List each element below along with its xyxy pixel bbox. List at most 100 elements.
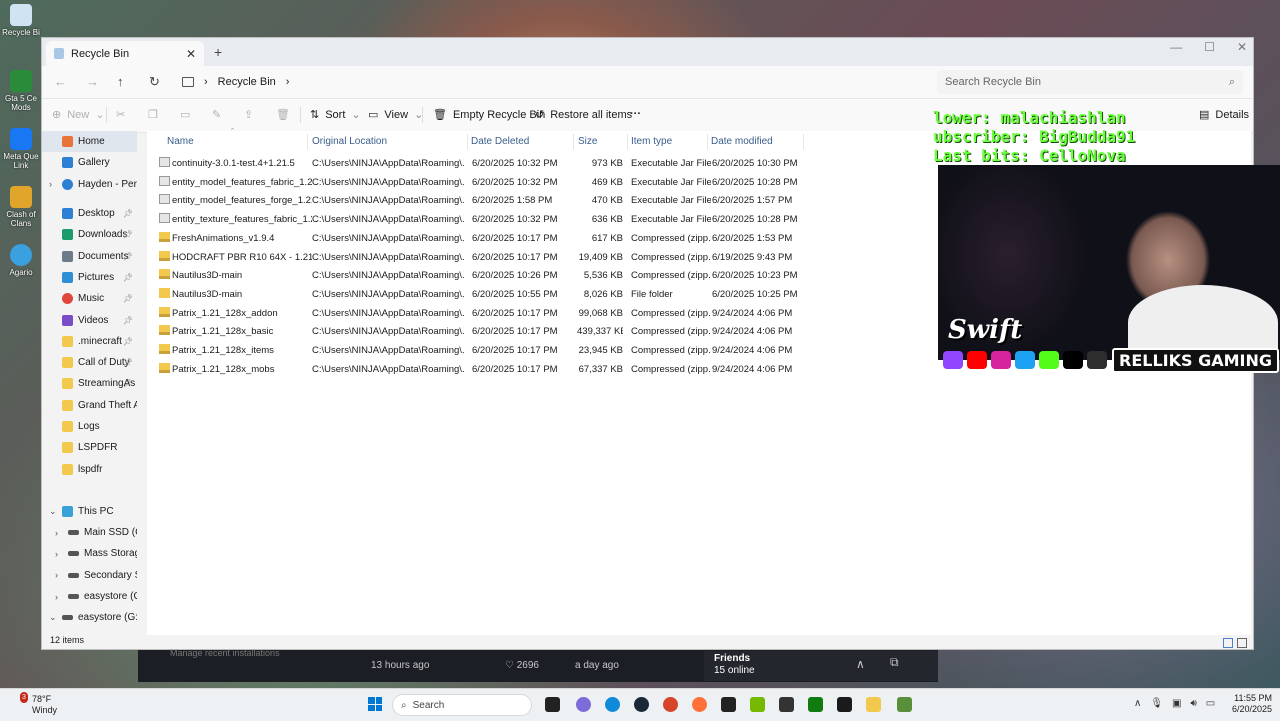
table-row[interactable]: continuity-3.0.1-test.4+1.21.5 C:\Users\N… [157,154,798,173]
more-options-button[interactable]: ··· [630,108,641,120]
desktop-icon-meta[interactable]: Meta Que Link [0,124,42,182]
xbox-icon[interactable] [808,697,823,712]
up-arrow-icon[interactable]: ↑ [117,74,124,89]
tab-recycle-bin[interactable]: Recycle Bin ✕ [46,41,204,66]
copy-icon[interactable]: ❐ [148,108,158,121]
table-row[interactable]: Patrix_1.21_128x_basic C:\Users\NINJA\App… [157,322,797,341]
sidebar-item-drive-c[interactable]: ›Main SSD (C:) [42,522,137,543]
sidebar-item-call-of-duty[interactable]: Call of Duty 📌︎ [42,352,137,373]
table-row[interactable]: Patrix_1.21_128x_items C:\Users\NINJA\App… [157,341,797,360]
call-of-duty-icon[interactable] [721,697,736,712]
table-row[interactable]: entity_model_features_fabric_1.21... C:\U… [157,173,798,192]
breadcrumb-recycle-bin[interactable]: Recycle Bin [218,76,276,88]
edge-icon[interactable] [605,697,620,712]
sidebar-item-streamingas[interactable]: StreamingAs 📌︎ [42,373,137,394]
monitor-icon[interactable] [182,77,194,87]
details-view-icon[interactable] [1223,638,1233,648]
view-button[interactable]: ▭ View ⌄ [368,108,423,122]
pin-icon[interactable]: 📌︎ [123,337,133,346]
steam-icon[interactable] [634,697,649,712]
restore-all-button[interactable]: ↺ Restore all items [535,108,632,122]
sidebar-item-gallery[interactable]: Gallery [42,152,137,173]
chevron-right-icon[interactable]: › [55,570,58,580]
popout-icon[interactable]: ⧉ [890,655,899,670]
table-row[interactable]: FreshAnimations_v1.9.4 C:\Users\NINJA\App… [157,229,797,248]
pin-icon[interactable]: 📌︎ [123,252,133,261]
cut-icon[interactable]: ✂ [116,108,125,121]
sidebar-item-music[interactable]: Music 📌︎ [42,288,137,309]
close-window-button[interactable]: ✕ [1237,40,1247,54]
pin-icon[interactable]: 📌︎ [123,294,133,303]
nvidia-icon[interactable] [750,697,765,712]
rename-icon[interactable]: ✎ [212,108,221,121]
sidebar-item-home[interactable]: Home [42,131,137,153]
sidebar-item-pictures[interactable]: Pictures 📌︎ [42,267,137,288]
desktop-icon-gta[interactable]: Gta 5 Ce Mods [0,66,42,124]
new-button[interactable]: ⊕ New ⌄ [52,108,104,122]
sidebar-item-videos[interactable]: Videos 📌︎ [42,309,137,330]
start-button[interactable] [368,697,382,711]
search-input[interactable]: Search Recycle Bin ⌕ [937,70,1243,94]
taskbar-search[interactable]: ⌕ Search [392,694,532,716]
delete-icon[interactable]: 🗑︎ [276,108,290,121]
sidebar-item-logs[interactable]: Logs [42,416,137,437]
table-row[interactable]: Patrix_1.21_128x_addon C:\Users\NINJA\App… [157,304,797,323]
discord-icon[interactable] [576,697,591,712]
weather-widget[interactable]: 3 78°F Windy [12,692,57,716]
column-header-name[interactable]: Name [167,136,194,147]
table-row[interactable]: entity_texture_features_fabric_1.21...C:… [157,210,798,229]
friends-panel[interactable]: Friends 15 online ∧ ⧉ [704,651,938,681]
sidebar-item-easystore-root[interactable]: ⌄ easystore (G:) [42,607,137,628]
paste-icon[interactable]: ▭ [180,108,190,121]
table-row[interactable]: Nautilus3D-main C:\Users\NINJA\AppData\Ro… [157,266,798,285]
chevron-down-icon[interactable]: ⌄ [49,612,57,623]
close-tab-icon[interactable]: ✕ [186,47,196,61]
file-explorer-icon[interactable] [866,697,881,712]
microphone-icon[interactable]: 🎙︎ [1150,698,1163,709]
chevron-right-icon[interactable]: › [204,76,208,88]
chevron-right-icon[interactable]: › [55,528,58,538]
rockstar-icon[interactable] [837,697,852,712]
sidebar-item-mass-storage[interactable]: ›Mass Storage I [42,543,137,564]
refresh-icon[interactable]: ↻ [149,74,160,90]
pin-icon[interactable]: 📌︎ [123,316,133,325]
sidebar-item-secondary-ssd[interactable]: ›Secondary SSD [42,565,137,586]
column-header-date-deleted[interactable]: Date Deleted [471,136,529,147]
steam-likes[interactable]: ♡ 2696 [505,660,539,671]
sidebar-item-lspdfr-lower[interactable]: lspdfr [42,458,137,479]
table-row[interactable]: HODCRAFT PBR R10 64X - 1.21 (3)C:\Users\… [157,248,797,267]
network-icon[interactable]: ▣ [1172,698,1181,709]
table-row[interactable]: Patrix_1.21_128x_mobs C:\Users\NINJA\AppD… [157,360,797,379]
chevron-right-icon[interactable]: › [49,179,52,189]
chevron-up-icon[interactable]: ∧ [856,657,865,671]
chevron-right-icon[interactable]: › [286,76,290,88]
sidebar-item-downloads[interactable]: Downloads 📌︎ [42,224,137,245]
sidebar-item-gta[interactable]: Grand Theft Aut [42,395,137,416]
column-header-size[interactable]: Size [578,136,597,147]
minecraft-icon[interactable] [897,697,912,712]
sidebar-item-documents[interactable]: Documents 📌︎ [42,245,137,266]
column-header-date-modified[interactable]: Date modified [711,136,773,147]
sort-button[interactable]: ⇅ Sort ⌄ [310,108,361,122]
forward-arrow-icon[interactable]: → [86,74,99,89]
pin-icon[interactable]: 📌︎ [123,230,133,239]
desktop-icon-clash[interactable]: Clash of Clans [0,182,42,240]
sidebar-item-lspdfr[interactable]: LSPDFR [42,437,137,458]
chevron-down-icon[interactable]: ⌄ [49,506,57,517]
column-header-item-type[interactable]: Item type [631,136,672,147]
table-row[interactable]: entity_model_features_forge_1.21.5...C:\… [157,191,797,210]
app-icon[interactable] [779,697,794,712]
chevron-right-icon[interactable]: › [55,592,58,602]
tiles-view-icon[interactable] [1237,638,1247,648]
pin-icon[interactable]: 📌︎ [123,379,133,388]
new-tab-button[interactable]: + [214,44,222,60]
origin-icon[interactable] [663,697,678,712]
pin-icon[interactable]: 📌︎ [123,209,133,218]
column-header-original-location[interactable]: Original Location [312,136,387,147]
empty-recycle-bin-button[interactable]: 🗑︎ Empty Recycle Bin [433,108,545,122]
sidebar-item-minecraft[interactable]: .minecraft 📌︎ [42,331,137,352]
share-icon[interactable]: ⇪ [244,108,253,121]
sidebar-item-desktop[interactable]: Desktop 📌︎ [42,203,137,224]
chevron-up-icon[interactable]: ∧ [1134,698,1141,709]
volume-icon[interactable]: 🔊︎ [1190,698,1196,709]
